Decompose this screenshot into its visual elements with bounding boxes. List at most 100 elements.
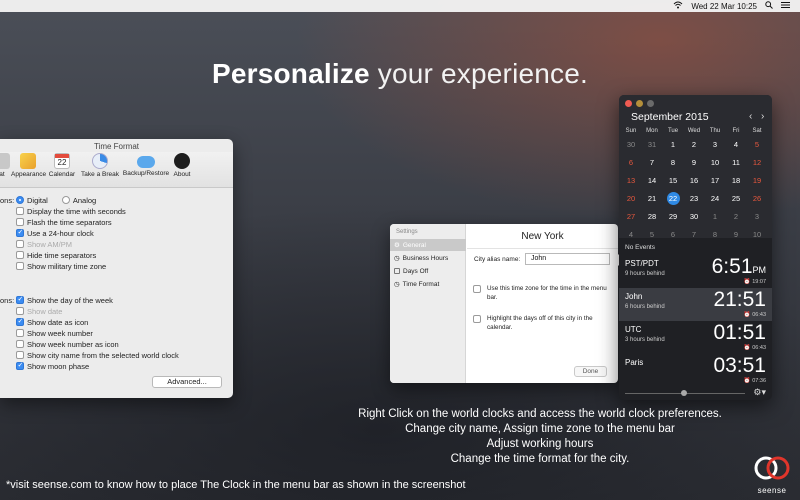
calendar-day[interactable]: 25 xyxy=(726,194,746,203)
option-row: Flash the time separators xyxy=(16,217,112,227)
option-checkbox[interactable] xyxy=(16,361,24,370)
calendar-day[interactable]: 26 xyxy=(747,194,767,203)
search-icon[interactable] xyxy=(765,1,773,11)
alarm-icon: ⏰ xyxy=(743,345,751,351)
world-clock-row[interactable]: Paris 03:51 ⏰ 07:36 xyxy=(619,354,772,387)
world-clock-row[interactable]: UTC 3 hours behind 01:51 ⏰ 06:43 xyxy=(619,321,772,354)
settings-sidebar: Settings ⚙ General ◷ Business Hours Days O… xyxy=(390,224,466,383)
sidebar-item-business-hours[interactable]: ◷ Business Hours xyxy=(390,252,466,264)
calendar-day[interactable]: 11 xyxy=(726,158,746,167)
clock-alarm: ⏰ 06:43 xyxy=(744,312,766,318)
option-label: Show date as icon xyxy=(27,317,89,327)
calendar-day[interactable]: 4 xyxy=(621,230,641,239)
calendar-day[interactable]: 17 xyxy=(705,176,725,185)
option-row: Show city name from the selected world c… xyxy=(16,350,179,360)
city-alias-input[interactable]: John xyxy=(525,253,610,265)
calendar-day[interactable]: 19 xyxy=(747,176,767,185)
days-off-checkbox[interactable] xyxy=(473,315,481,323)
option-checkbox[interactable] xyxy=(16,329,24,337)
world-clock-row[interactable]: PST/PDT 9 hours behind 6:51PM ⏰ 19:07 xyxy=(619,255,772,288)
clock-city-name: PST/PDT xyxy=(625,259,659,268)
calendar-day[interactable]: 1 xyxy=(705,212,725,221)
option-checkbox[interactable] xyxy=(16,317,24,326)
calendar-day[interactable]: 9 xyxy=(726,230,746,239)
section-label: ons: xyxy=(0,296,15,305)
calendar-day[interactable]: 1 xyxy=(663,140,683,149)
wifi-icon[interactable] xyxy=(673,1,683,11)
calendar-day[interactable]: 7 xyxy=(684,230,704,239)
zoom-icon[interactable] xyxy=(647,100,654,107)
calendar-day[interactable]: 28 xyxy=(642,212,662,221)
calendar-day[interactable]: 6 xyxy=(621,158,641,167)
option-checkbox[interactable] xyxy=(16,295,24,304)
calendar-day[interactable]: 9 xyxy=(684,158,704,167)
sidebar-item-general[interactable]: ⚙ General xyxy=(390,239,466,251)
toolbar-calendar[interactable]: 22 Calendar xyxy=(48,153,76,178)
calendar-day[interactable]: 18 xyxy=(726,176,746,185)
option-row: Hide time separators xyxy=(16,250,96,260)
calendar-day[interactable]: 22 xyxy=(666,192,680,205)
calendar-day[interactable]: 24 xyxy=(705,194,725,203)
sidebar-item-time-format[interactable]: ◷ Time Format xyxy=(390,278,466,290)
calendar-day[interactable]: 23 xyxy=(684,194,704,203)
gear-icon[interactable]: ⚙▾ xyxy=(753,387,766,398)
sidebar-item-days-off[interactable]: Days Off xyxy=(390,265,466,277)
calendar-day[interactable]: 13 xyxy=(621,176,641,185)
calendar-day[interactable]: 20 xyxy=(621,194,641,203)
radio-analog[interactable] xyxy=(61,196,70,204)
option-checkbox[interactable] xyxy=(16,207,24,215)
prev-month-icon[interactable]: ‹ xyxy=(749,111,752,122)
world-clock-row[interactable]: John 6 hours behind 21:51 ⏰ 06:43 xyxy=(619,288,772,321)
advanced-button[interactable]: Advanced... xyxy=(152,376,222,388)
calendar-day[interactable]: 30 xyxy=(621,140,641,149)
calendar-day[interactable]: 2 xyxy=(726,212,746,221)
calendar-day[interactable]: 14 xyxy=(642,176,662,185)
option-checkbox[interactable] xyxy=(16,351,24,359)
option-checkbox xyxy=(16,307,24,315)
option-checkbox[interactable] xyxy=(16,340,24,348)
slider-knob[interactable] xyxy=(681,390,687,396)
calendar-day[interactable]: 12 xyxy=(747,158,767,167)
toolbar-time-format[interactable]: at xyxy=(0,153,10,178)
next-month-icon[interactable]: › xyxy=(761,111,764,122)
calendar-day[interactable]: 31 xyxy=(642,140,662,149)
calendar-day[interactable]: 10 xyxy=(705,158,725,167)
radio-digital[interactable] xyxy=(16,196,24,204)
calendar-day[interactable]: 10 xyxy=(747,230,767,239)
close-icon[interactable] xyxy=(625,100,632,107)
option-label: Show week number as icon xyxy=(27,339,119,349)
calendar-day[interactable]: 8 xyxy=(705,230,725,239)
calendar-day[interactable]: 30 xyxy=(684,212,704,221)
calendar-day[interactable]: 6 xyxy=(663,230,683,239)
calendar-day[interactable]: 7 xyxy=(642,158,662,167)
option-label: Show AM/PM xyxy=(27,239,73,249)
calendar-day[interactable]: 2 xyxy=(684,140,704,149)
calendar-day[interactable]: 3 xyxy=(747,212,767,221)
menubar-clock[interactable]: Wed 22 Mar 10:25 xyxy=(691,2,757,11)
calendar-day[interactable]: 29 xyxy=(663,212,683,221)
calendar-day[interactable]: 21 xyxy=(642,194,662,203)
calendar-day[interactable]: 16 xyxy=(684,176,704,185)
option-checkbox[interactable] xyxy=(16,251,24,259)
menubar-checkbox[interactable] xyxy=(473,285,481,293)
done-button[interactable]: Done xyxy=(574,366,607,377)
option-checkbox[interactable] xyxy=(16,228,24,237)
menu-bar: Wed 22 Mar 10:25 xyxy=(0,0,800,12)
toolbar-backup-restore[interactable]: Backup/Restore xyxy=(122,153,170,177)
option-checkbox[interactable] xyxy=(16,218,24,226)
calendar-day[interactable]: 4 xyxy=(726,140,746,149)
time-format-icon xyxy=(0,153,10,169)
toolbar-take-a-break[interactable]: Take a Break xyxy=(80,153,120,178)
toolbar-appearance[interactable]: Appearance xyxy=(11,153,46,178)
calendar-day[interactable]: 27 xyxy=(621,212,641,221)
menu-list-icon[interactable] xyxy=(781,1,790,11)
calendar-day[interactable]: 5 xyxy=(642,230,662,239)
clock-city-name: John xyxy=(625,292,643,301)
calendar-day[interactable]: 3 xyxy=(705,140,725,149)
minimize-icon[interactable] xyxy=(636,100,643,107)
option-checkbox[interactable] xyxy=(16,262,24,270)
calendar-day[interactable]: 15 xyxy=(663,176,683,185)
calendar-day[interactable]: 5 xyxy=(747,140,767,149)
toolbar-about[interactable]: About xyxy=(172,153,192,178)
calendar-day[interactable]: 8 xyxy=(663,158,683,167)
